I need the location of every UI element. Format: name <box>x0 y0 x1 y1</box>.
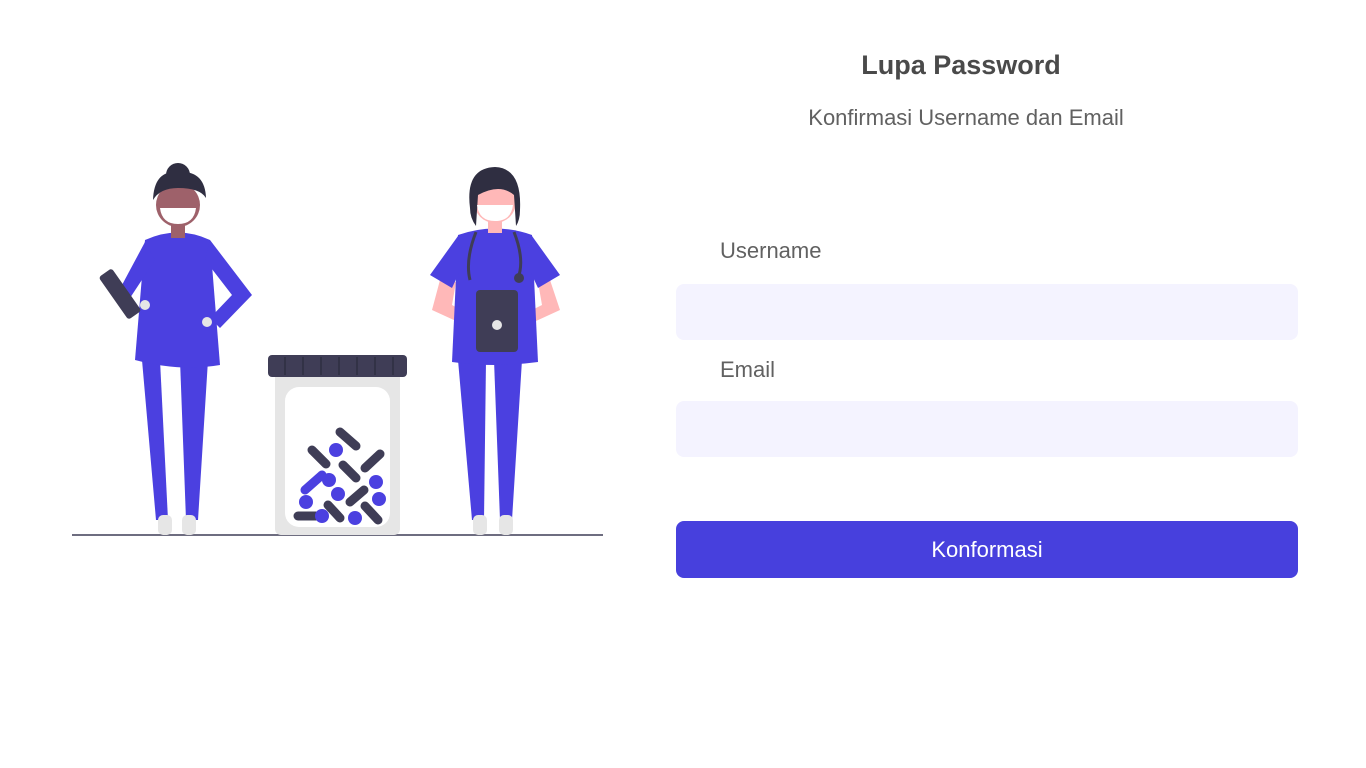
medical-staff-illustration <box>72 163 603 536</box>
nurse-right <box>430 167 560 535</box>
page-subtitle: Konfirmasi Username dan Email <box>808 105 1124 130</box>
email-label: Email <box>720 357 776 382</box>
forgot-password-page: Lupa Password Konfirmasi Username dan Em… <box>0 0 1366 768</box>
username-input[interactable] <box>676 284 1298 340</box>
page-title: Lupa Password <box>861 50 1061 80</box>
confirm-button[interactable]: Konformasi <box>676 521 1298 578</box>
username-label: Username <box>720 238 822 263</box>
email-input[interactable] <box>676 401 1298 457</box>
nurse-left <box>99 163 252 535</box>
pill-jar <box>268 355 407 535</box>
